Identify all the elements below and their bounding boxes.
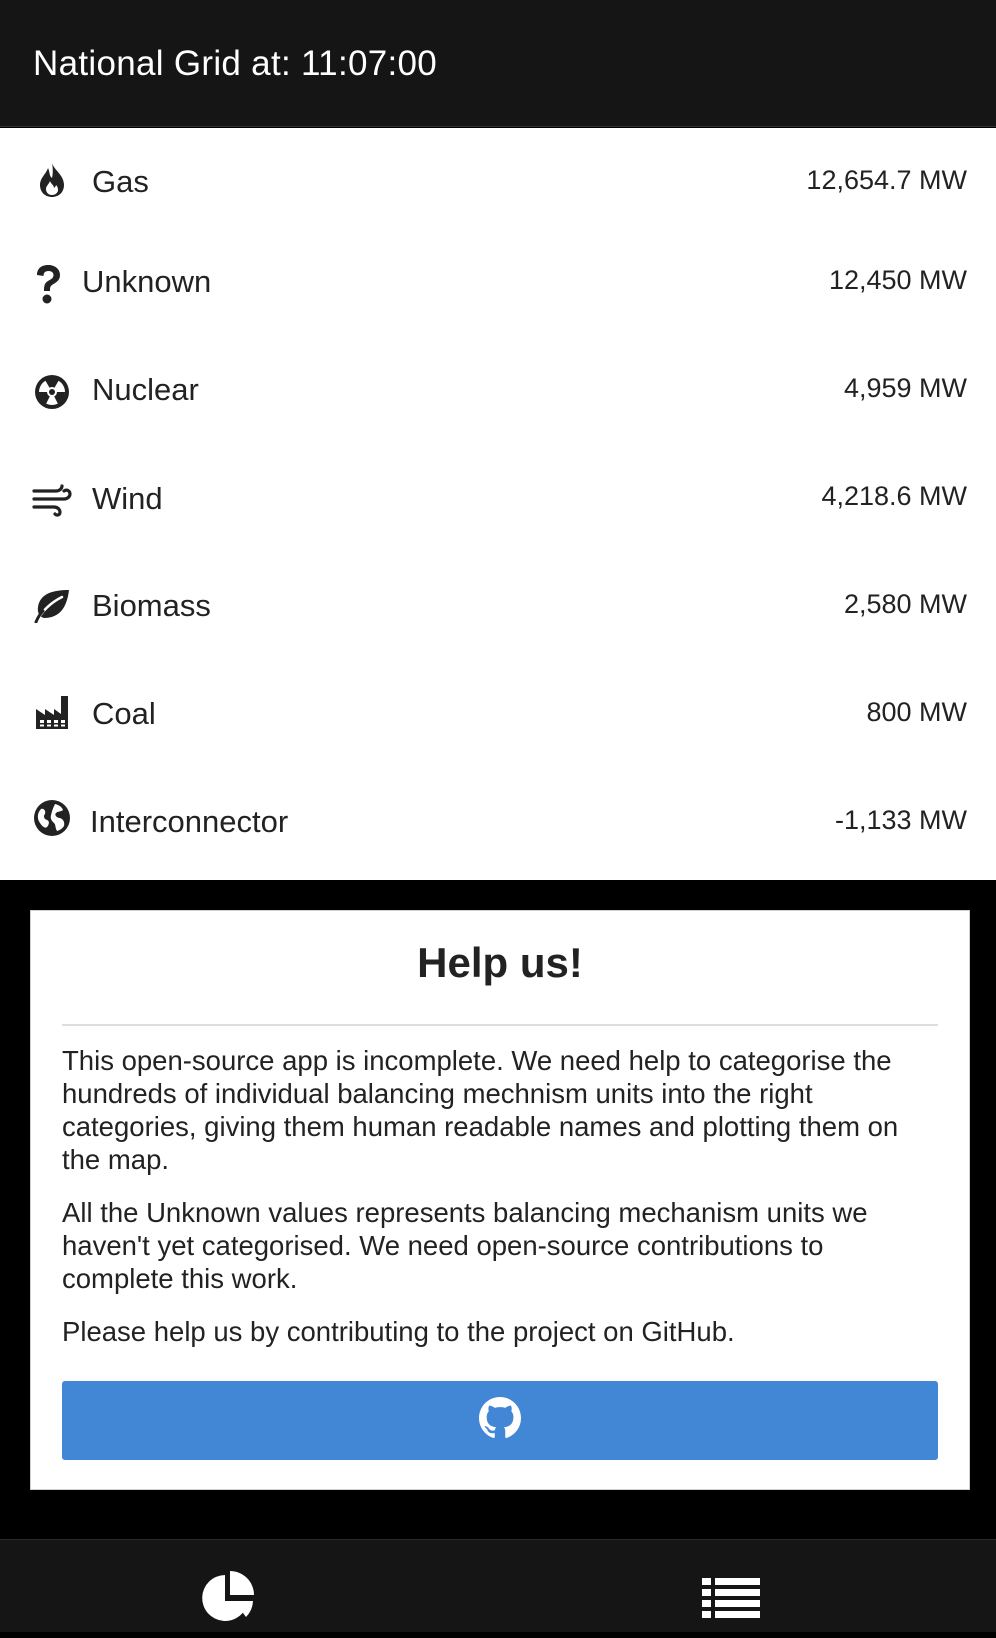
source-label: Biomass: [92, 588, 211, 623]
source-value: 2,580 MW: [843, 589, 967, 619]
pie-chart-icon: [201, 1569, 257, 1630]
github-icon: [479, 1397, 521, 1444]
source-label: Nuclear: [92, 372, 199, 407]
source-label: Unknown: [82, 264, 212, 299]
source-value: 12,654.7 MW: [806, 165, 967, 195]
factory-icon: [30, 690, 74, 734]
help-body: This open-source app is incomplete. We n…: [62, 1044, 938, 1368]
help-section: Help us! This open-source app is incompl…: [0, 880, 996, 1539]
generation-list: Gas 12,654.7 MW Unknown 12,450 MW Nuclea…: [0, 128, 996, 880]
source-value: 4,218.6 MW: [821, 481, 967, 511]
help-paragraph: This open-source app is incomplete. We n…: [62, 1045, 899, 1175]
source-value: 12,450 MW: [828, 265, 967, 295]
radiation-icon: [30, 370, 74, 414]
wind-icon: [30, 478, 74, 522]
list-item-wind[interactable]: Wind 4,218.6 MW: [0, 452, 996, 560]
help-paragraph: Please help us by contributing to the pr…: [62, 1316, 735, 1347]
leaf-icon: [30, 584, 74, 628]
page-title: National Grid at: 11:07:00: [33, 44, 438, 83]
source-label: Interconnector: [90, 804, 289, 839]
question-icon: [26, 262, 70, 306]
source-label: Coal: [92, 696, 156, 731]
flame-icon: [30, 158, 74, 202]
help-paragraph: All the Unknown values represents balanc…: [62, 1197, 868, 1294]
github-button[interactable]: [62, 1381, 938, 1460]
bottom-nav: [0, 1539, 996, 1632]
globe-icon: [30, 796, 74, 840]
source-label: Wind: [92, 481, 163, 516]
list-item-nuclear[interactable]: Nuclear 4,959 MW: [0, 344, 996, 452]
source-label: Gas: [92, 164, 149, 199]
help-card: Help us! This open-source app is incompl…: [30, 910, 970, 1490]
nav-list-button[interactable]: [696, 1568, 766, 1638]
help-title: Help us!: [417, 939, 583, 986]
list-item-biomass[interactable]: Biomass 2,580 MW: [0, 560, 996, 668]
nav-chart-button[interactable]: [194, 1564, 264, 1634]
list-item-interconnector[interactable]: Interconnector -1,133 MW: [0, 776, 996, 884]
list-item-coal[interactable]: Coal 800 MW: [0, 668, 996, 776]
source-value: -1,133 MW: [834, 805, 967, 835]
list-item-unknown[interactable]: Unknown 12,450 MW: [0, 236, 996, 344]
list-item-gas[interactable]: Gas 12,654.7 MW: [0, 128, 996, 236]
source-value: 800 MW: [866, 697, 967, 727]
app-header: National Grid at: 11:07:00: [0, 0, 996, 127]
divider: [62, 1024, 938, 1026]
list-icon: [702, 1577, 760, 1629]
source-value: 4,959 MW: [843, 373, 967, 403]
